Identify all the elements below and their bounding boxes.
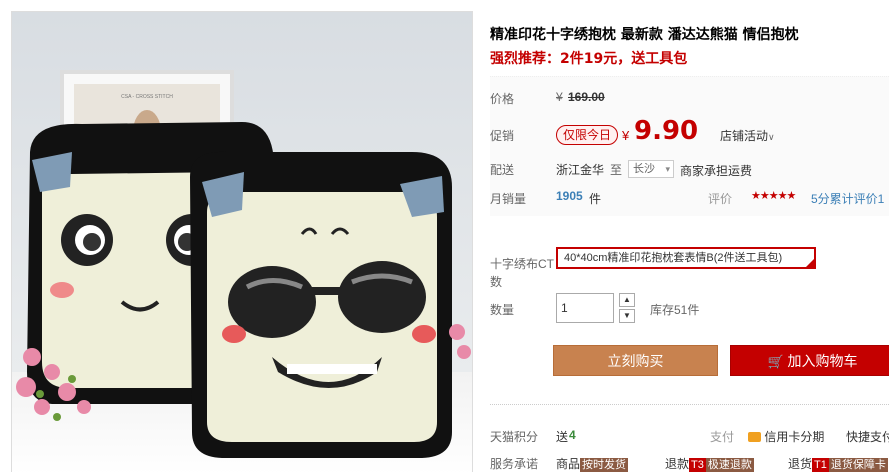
selected-check-icon: [806, 259, 814, 267]
monthly-sales-count: 1905: [556, 189, 583, 203]
variant-option-selected[interactable]: 40*40cm精准印花抱枕套表情B(2件送工具包): [556, 247, 816, 269]
delivery-label: 配送: [490, 163, 515, 177]
store-activity-link[interactable]: 店铺活动∨: [720, 127, 775, 144]
service-on-time[interactable]: 商品 按时发货: [556, 455, 629, 472]
ship-from: 浙江金华: [556, 163, 605, 177]
ship-to-label: 至: [610, 163, 623, 177]
credit-installment-label: 信用卡分期: [764, 430, 825, 444]
monthly-sales-label: 月销量: [490, 192, 527, 206]
destination-select[interactable]: 长沙 ▾: [628, 160, 674, 178]
service-on-time-prefix: 商品: [556, 457, 581, 471]
chevron-down-icon: ∨: [768, 132, 775, 142]
rating-stars: ★★★★★: [751, 190, 796, 202]
variant-label: 十字绣布CT: [490, 257, 554, 271]
original-price: 169.00: [568, 90, 605, 104]
payment-label: 支付: [710, 430, 735, 444]
add-to-cart-button[interactable]: 🛒 加入购物车: [730, 345, 889, 376]
chevron-down-icon: ▼: [623, 311, 631, 320]
points-value: 4: [569, 428, 576, 442]
buy-now-button[interactable]: 立刻购买: [553, 345, 718, 376]
quantity-increase-button[interactable]: ▲: [619, 293, 635, 307]
promo-price-currency: ¥: [622, 128, 630, 143]
service-return-guarantee[interactable]: 退货 T1 退货保障卡: [788, 455, 888, 472]
credit-installment[interactable]: 信用卡分期: [748, 428, 824, 445]
promo-price: 9.90: [634, 116, 699, 146]
quick-pay[interactable]: 快捷支付: [846, 428, 889, 445]
monthly-sales-unit: 件: [589, 192, 602, 206]
quantity-input[interactable]: 1: [556, 293, 614, 323]
review-label: 评价: [708, 192, 733, 206]
frame-caption: CSA - CROSS STITCH: [121, 94, 173, 100]
product-info-panel: 精准印花十字绣抱枕 最新款 潘达达熊猫 情侣抱枕 强烈推荐：2件19元，送工具包: [490, 0, 889, 472]
points-label: 天猫积分: [490, 430, 539, 444]
chevron-up-icon: ▲: [623, 295, 631, 304]
quantity-label: 数量: [490, 303, 515, 317]
service-fast-refund-tag: 极速退款: [705, 458, 754, 472]
service-return-code: T1: [812, 458, 829, 472]
service-on-time-tag: 按时发货: [580, 458, 629, 472]
service-fast-refund-code: T3: [689, 458, 706, 472]
rating-text[interactable]: 5分累计评价1: [811, 190, 884, 207]
today-only-badge: 仅限今日: [556, 125, 619, 145]
service-return-prefix: 退货: [788, 457, 813, 471]
service-fast-refund-prefix: 退款: [665, 457, 690, 471]
quantity-decrease-button[interactable]: ▼: [619, 309, 635, 323]
stock-text: 库存51件: [650, 303, 700, 317]
variant-option-label: 40*40cm精准印花抱枕套表情B(2件送工具包): [564, 252, 783, 264]
points-prefix: 送: [556, 430, 569, 444]
store-activity-label: 店铺活动: [720, 129, 769, 143]
product-photo-illustration: CSA - CROSS STITCH: [12, 12, 472, 472]
shipping-fee-note: 商家承担运费: [680, 164, 753, 178]
price-label: 价格: [490, 92, 515, 106]
add-to-cart-label: 加入购物车: [787, 353, 858, 369]
cart-icon: 🛒: [767, 354, 784, 369]
service-fast-refund[interactable]: 退款 T3 极速退款: [665, 455, 754, 472]
promotion-label: 促销: [490, 129, 515, 143]
product-title[interactable]: 精准印花十字绣抱枕 最新款 潘达达熊猫 情侣抱枕: [490, 24, 799, 44]
service-return-tag: 退货保障卡: [828, 458, 888, 472]
credit-card-icon: [748, 432, 761, 442]
service-label: 服务承诺: [490, 457, 539, 471]
product-image[interactable]: CSA - CROSS STITCH: [11, 11, 473, 472]
chevron-down-icon: ▾: [665, 164, 670, 174]
destination-city: 长沙: [633, 163, 655, 175]
section-divider: [490, 404, 889, 405]
promo-text: 强烈推荐：2件19元，送工具包: [490, 51, 688, 67]
original-price-currency: ¥: [556, 90, 563, 104]
variant-label-cont: 数: [490, 275, 503, 289]
